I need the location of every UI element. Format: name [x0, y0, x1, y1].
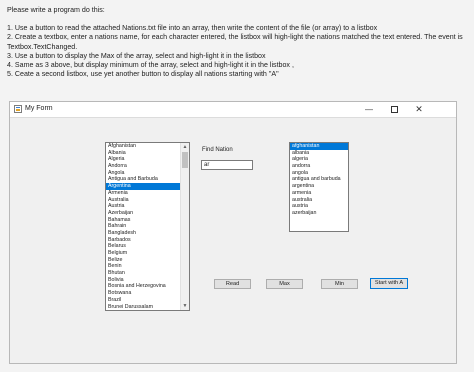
list-item[interactable]: antigua and barbuda	[290, 176, 348, 183]
list-item[interactable]: azerbaijan	[290, 210, 348, 217]
list-item[interactable]: angola	[290, 170, 348, 177]
list-item[interactable]: Brazil	[106, 297, 180, 304]
scroll-up-arrow-icon[interactable]: ▲	[181, 143, 189, 151]
instruction-line: Textbox.TextChanged.	[7, 42, 78, 51]
scroll-thumb[interactable]	[182, 152, 188, 168]
list-item[interactable]: andorra	[290, 163, 348, 170]
list-item[interactable]: Bhutan	[106, 270, 180, 277]
title-bar[interactable]: My Form — ✕	[10, 102, 456, 118]
close-button[interactable]: ✕	[407, 102, 431, 117]
list-item[interactable]: Belize	[106, 257, 180, 264]
list-item[interactable]: australia	[290, 197, 348, 204]
list-item[interactable]: algeria	[290, 156, 348, 163]
list-item[interactable]: Bahrain	[106, 223, 180, 230]
minimize-button[interactable]: —	[357, 102, 381, 117]
list-item[interactable]: afghanistan	[290, 143, 348, 150]
nations-listbox[interactable]: Afghanistan Albania Algeria Andorra Angola An…	[105, 142, 190, 311]
list-item[interactable]: Belarus	[106, 243, 180, 250]
list-item[interactable]: Belgium	[106, 250, 180, 257]
instruction-line: 1. Use a button to read the attached Nat…	[7, 24, 378, 33]
list-item[interactable]: Austria	[106, 203, 180, 210]
list-item[interactable]: Bangladesh	[106, 230, 180, 237]
list-item[interactable]: Antigua and Barbuda	[106, 176, 180, 183]
instruction-line: 3. Use a button to display the Max of th…	[7, 51, 266, 60]
find-nation-label: Find Nation	[202, 147, 233, 153]
list-item[interactable]: Andorra	[106, 163, 180, 170]
list-item[interactable]: armenia	[290, 190, 348, 197]
list-item[interactable]: Armenia	[106, 190, 180, 197]
list-item[interactable]: Botswana	[106, 290, 180, 297]
instructions: Please write a program do this: 1. Use a…	[7, 6, 469, 79]
list-item[interactable]: Afghanistan	[106, 143, 180, 150]
list-item[interactable]: austria	[290, 203, 348, 210]
start-with-a-button[interactable]: Start with A	[370, 278, 408, 289]
instruction-line: 2. Create a textbox, enter a nations nam…	[7, 33, 463, 42]
list-item[interactable]: Azerbaijan	[106, 210, 180, 217]
find-nation-input[interactable]: ar	[201, 160, 253, 170]
list-item[interactable]: Argentina	[106, 183, 180, 190]
maximize-icon	[390, 106, 398, 113]
form-icon	[14, 105, 22, 113]
my-form-window: My Form — ✕ Afghanistan Albania Algeria And…	[9, 101, 457, 364]
list-item[interactable]: Angola	[106, 170, 180, 177]
instructions-intro: Please write a program do this:	[7, 6, 105, 14]
list-item[interactable]: Albania	[106, 150, 180, 157]
window-title: My Form	[25, 105, 53, 112]
list-item[interactable]: Bahamas	[106, 217, 180, 224]
read-button[interactable]: Read	[214, 279, 251, 289]
nations-list: Afghanistan Albania Algeria Andorra Angola An…	[106, 143, 180, 310]
list-item[interactable]: argentina	[290, 183, 348, 190]
instruction-line: 4. Same as 3 above, but display minimum …	[7, 61, 294, 70]
min-button[interactable]: Min	[321, 279, 358, 289]
scroll-down-arrow-icon[interactable]: ▼	[181, 302, 189, 310]
list-item[interactable]: Barbados	[106, 237, 180, 244]
list-item[interactable]: Brunei Darussalam	[106, 304, 180, 311]
maximize-button[interactable]	[382, 102, 406, 117]
list-item[interactable]: Bosnia and Herzegovina	[106, 283, 180, 290]
instruction-line: 5. Ceate a second listbox, use yet anoth…	[7, 70, 279, 79]
max-button[interactable]: Max	[266, 279, 303, 289]
list-item[interactable]: Algeria	[106, 156, 180, 163]
nations-scrollbar[interactable]: ▲ ▼	[180, 143, 189, 310]
list-item[interactable]: albania	[290, 150, 348, 157]
list-item[interactable]: Bolivia	[106, 277, 180, 284]
a-nations-listbox[interactable]: afghanistan albania algeria andorra angola an…	[289, 142, 349, 232]
list-item[interactable]: Benin	[106, 263, 180, 270]
list-item[interactable]: Australia	[106, 197, 180, 204]
